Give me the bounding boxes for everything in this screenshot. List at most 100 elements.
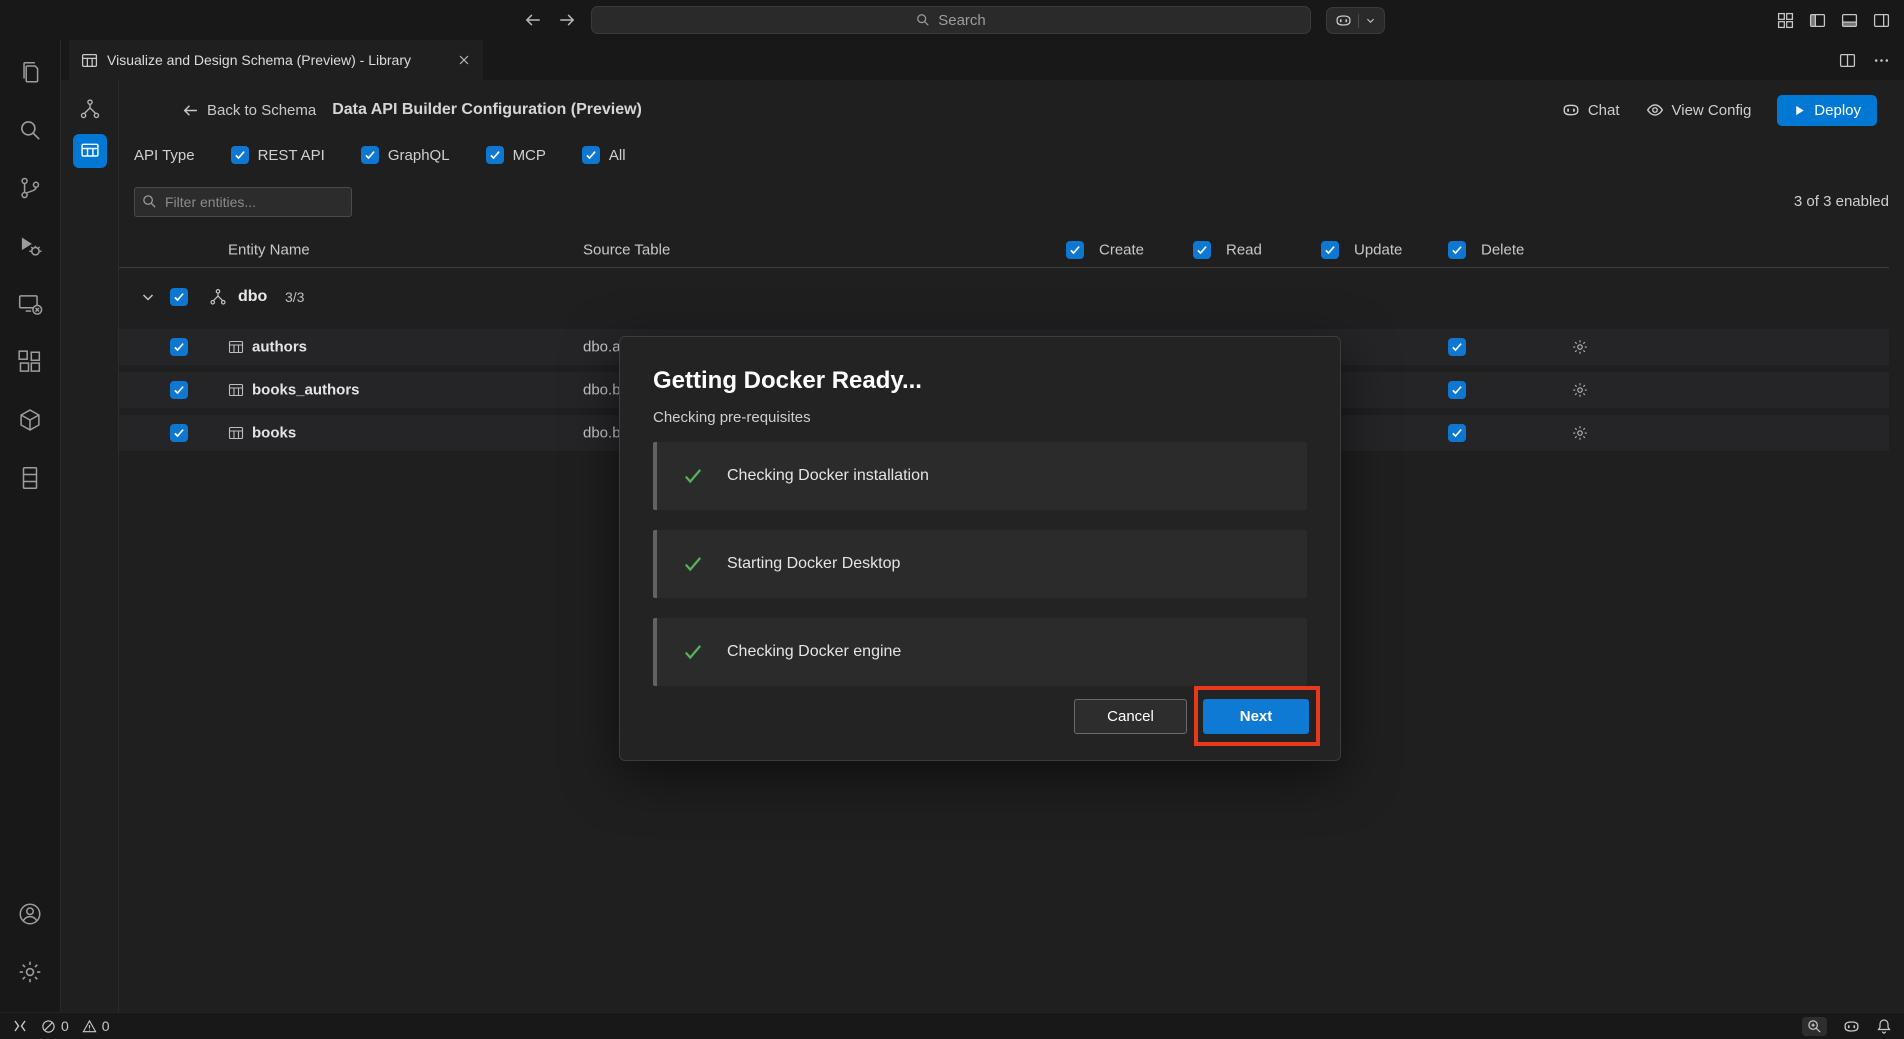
tab-label: Visualize and Design Schema (Preview) - … (107, 52, 448, 68)
api-type-filter-row: API Type REST API GraphQL MCP All (134, 135, 626, 175)
warning-count: 0 (102, 1018, 110, 1034)
option-label: MCP (513, 147, 546, 164)
explorer-icon[interactable] (6, 48, 54, 96)
back-arrow-icon[interactable] (524, 11, 542, 29)
row-checkbox[interactable] (170, 381, 188, 399)
extensions-icon[interactable] (6, 338, 54, 386)
dialog-subtitle: Checking pre-requisites (653, 409, 1307, 426)
next-button[interactable]: Next (1203, 699, 1309, 734)
row-settings-gear-icon[interactable] (1571, 381, 1589, 399)
check-icon (683, 466, 703, 486)
close-tab-icon[interactable] (457, 53, 471, 67)
toggle-panel-icon[interactable] (1841, 12, 1858, 29)
step-docker-desktop: Starting Docker Desktop (653, 530, 1307, 598)
select-all-delete-checkbox[interactable] (1448, 241, 1466, 259)
group-checkbox[interactable] (170, 288, 188, 306)
chevron-down-icon (1365, 15, 1376, 26)
back-label: Back to Schema (207, 102, 316, 119)
customize-layout-icon[interactable] (1777, 12, 1794, 29)
toggle-primary-sidebar-icon[interactable] (1809, 12, 1826, 29)
zoom-indicator-icon[interactable] (1802, 1017, 1827, 1036)
activity-bar (0, 40, 61, 1012)
settings-gear-icon[interactable] (6, 948, 54, 996)
chevron-down-icon[interactable] (140, 289, 156, 305)
api-type-label: API Type (134, 147, 195, 164)
group-name: dbo (238, 288, 267, 306)
option-label: All (609, 147, 626, 164)
search-icon (916, 13, 930, 27)
delete-checkbox[interactable] (1448, 338, 1466, 356)
dialog-steps: Checking Docker installation Starting Do… (653, 442, 1307, 686)
col-source-table: Source Table (583, 241, 670, 258)
status-bar-left: 0 0 (12, 1018, 110, 1034)
remote-indicator-icon[interactable] (12, 1018, 28, 1034)
chat-button[interactable]: Chat (1562, 101, 1620, 119)
filter-entities-input[interactable] (134, 187, 352, 217)
titlebar: Search (0, 0, 1904, 40)
delete-checkbox[interactable] (1448, 381, 1466, 399)
split-editor-icon[interactable] (1839, 52, 1856, 69)
cancel-button[interactable]: Cancel (1074, 699, 1187, 734)
row-settings-gear-icon[interactable] (1571, 338, 1589, 356)
check-icon (683, 554, 703, 574)
run-debug-icon[interactable] (6, 222, 54, 270)
filter-option-rest-api[interactable]: REST API (231, 146, 325, 164)
status-bar-right (1802, 1017, 1892, 1036)
status-bar: 0 0 (0, 1012, 1904, 1039)
errors-indicator[interactable]: 0 (41, 1018, 69, 1034)
dab-config-view-icon[interactable] (73, 134, 107, 168)
group-count: 3/3 (285, 289, 304, 305)
container-tools-icon[interactable] (6, 396, 54, 444)
view-config-button[interactable]: View Config (1646, 101, 1752, 119)
deploy-button[interactable]: Deploy (1777, 95, 1877, 126)
copilot-status-icon[interactable] (1843, 1018, 1860, 1035)
page-title: Data API Builder Configuration (Preview) (332, 101, 642, 119)
nav-history-group (524, 0, 576, 40)
dialog-title: Getting Docker Ready... (653, 367, 1307, 395)
select-all-update-checkbox[interactable] (1321, 241, 1339, 259)
warnings-indicator[interactable]: 0 (82, 1018, 110, 1034)
col-entity-name: Entity Name (228, 241, 310, 258)
delete-checkbox[interactable] (1448, 424, 1466, 442)
step-docker-installation: Checking Docker installation (653, 442, 1307, 510)
editor-actions (1839, 40, 1904, 80)
filter-option-mcp[interactable]: MCP (486, 146, 546, 164)
checkbox-checked-icon[interactable] (231, 146, 249, 164)
checkbox-checked-icon[interactable] (582, 146, 600, 164)
col-create: Create (1099, 241, 1144, 258)
page-toolbar: Back to Schema Data API Builder Configur… (182, 90, 1877, 130)
search-view-icon[interactable] (6, 106, 54, 154)
row-checkbox[interactable] (170, 338, 188, 356)
entity-filter-box (134, 187, 352, 217)
toggle-secondary-sidebar-icon[interactable] (1873, 12, 1890, 29)
copilot-chat-icon (1562, 101, 1580, 119)
bell-icon[interactable] (1876, 1018, 1892, 1034)
database-projects-icon[interactable] (6, 454, 54, 502)
row-settings-gear-icon[interactable] (1571, 424, 1589, 442)
checkbox-checked-icon[interactable] (361, 146, 379, 164)
eye-icon (1646, 101, 1664, 119)
hierarchy-icon (209, 288, 227, 306)
pill-divider (1358, 14, 1359, 28)
forward-arrow-icon[interactable] (558, 11, 576, 29)
select-all-create-checkbox[interactable] (1066, 241, 1084, 259)
search-command-center[interactable]: Search (591, 6, 1311, 34)
account-icon[interactable] (6, 890, 54, 938)
schema-view-icon[interactable] (73, 92, 107, 126)
row-checkbox[interactable] (170, 424, 188, 442)
source-control-icon[interactable] (6, 164, 54, 212)
tab-visualize-schema[interactable]: Visualize and Design Schema (Preview) - … (69, 40, 483, 80)
arrow-left-icon (182, 102, 199, 119)
table-icon (228, 425, 244, 441)
back-to-schema-button[interactable]: Back to Schema (182, 102, 316, 119)
filter-option-graphql[interactable]: GraphQL (361, 146, 450, 164)
remote-explorer-icon[interactable] (6, 280, 54, 328)
copilot-menu-button[interactable] (1326, 7, 1385, 34)
tab-bar: Visualize and Design Schema (Preview) - … (61, 40, 1904, 80)
view-config-label: View Config (1672, 102, 1752, 119)
more-actions-icon[interactable] (1873, 52, 1890, 69)
checkbox-checked-icon[interactable] (486, 146, 504, 164)
error-count: 0 (61, 1018, 69, 1034)
filter-option-all[interactable]: All (582, 146, 626, 164)
select-all-read-checkbox[interactable] (1193, 241, 1211, 259)
